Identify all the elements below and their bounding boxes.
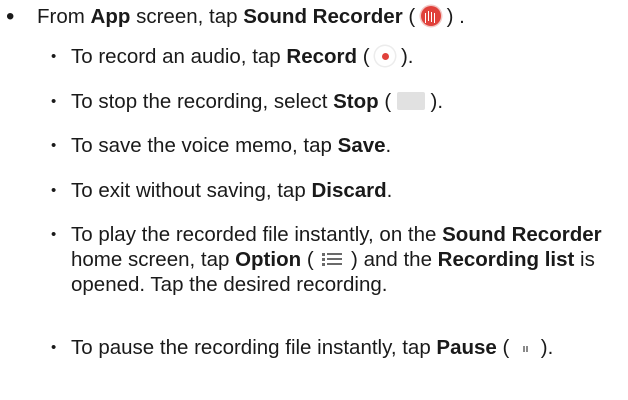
options-list-icon: [319, 251, 345, 267]
sub-step-text: To play the recorded file instantly, on …: [71, 223, 602, 296]
stop-icon: [396, 92, 425, 110]
sub-step-bullet: •: [51, 182, 57, 199]
sub-step-text: To record an audio, tap Record ( ).: [71, 45, 414, 68]
sub-step-text: To exit without saving, tap Discard.: [71, 179, 393, 202]
main-step-bullet: •: [6, 3, 15, 30]
sub-step-bullet: •: [51, 48, 57, 65]
main-step-text: From App screen, tap Sound Recorder ( ) …: [37, 5, 465, 28]
sub-step-text: To stop the recording, select Stop ( ).: [71, 90, 444, 113]
sub-step-bullet: •: [51, 137, 57, 154]
sub-step-bullet: •: [51, 226, 57, 243]
sub-step-bullet: •: [51, 339, 57, 356]
pause-icon: [515, 339, 535, 357]
sound-recorder-icon: [420, 6, 441, 26]
sub-step-bullet: •: [51, 93, 57, 110]
sub-step-text: To save the voice memo, tap Save.: [71, 134, 392, 157]
record-icon: [375, 46, 396, 66]
sub-step-text: To pause the recording file instantly, t…: [71, 336, 554, 359]
